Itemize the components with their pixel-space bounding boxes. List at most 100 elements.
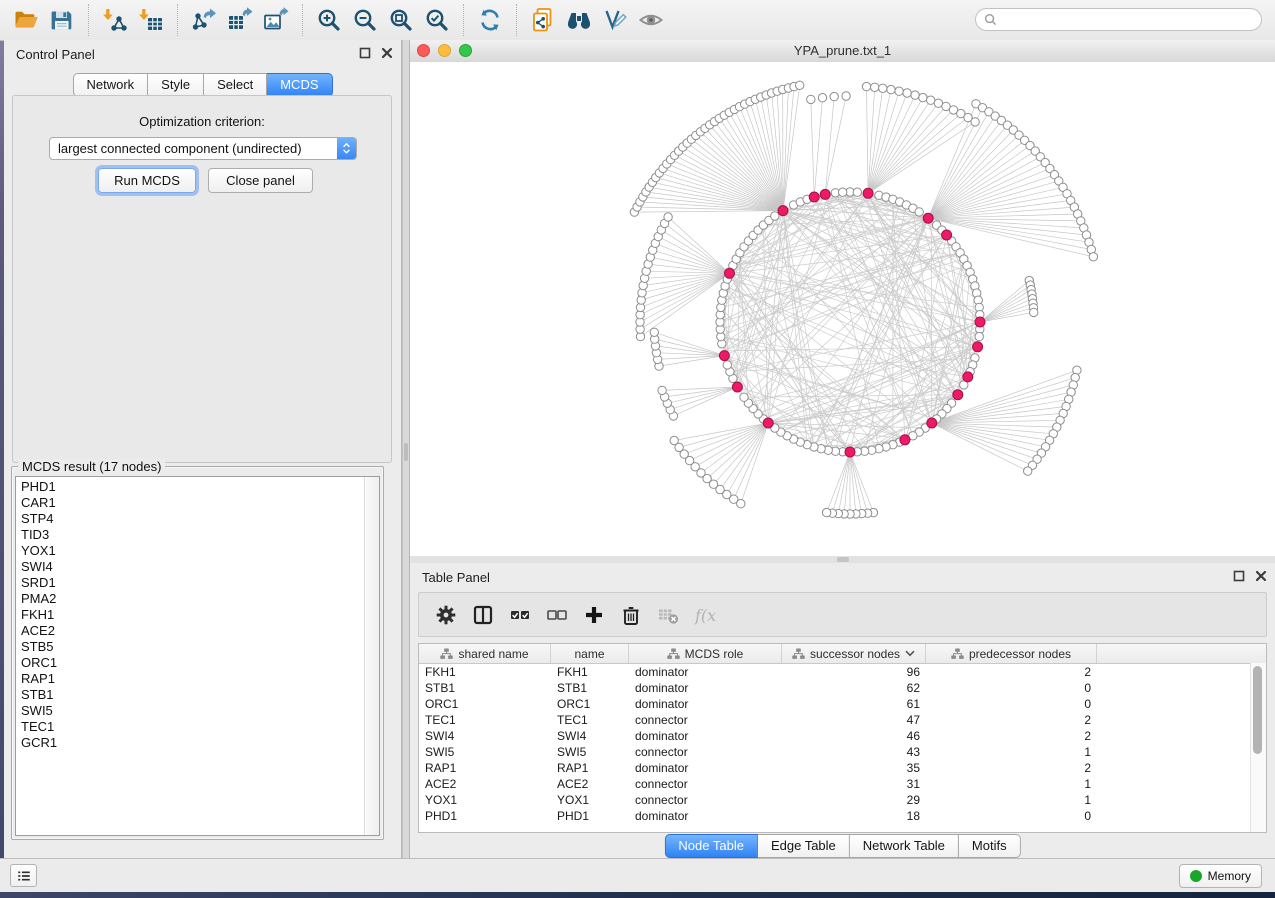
table-row[interactable]: PHD1PHD1dominator180	[419, 808, 1266, 824]
table-scrollbar[interactable]	[1250, 663, 1266, 832]
vertical-splitter[interactable]	[402, 40, 410, 858]
network-node[interactable]	[887, 85, 895, 93]
tab-network-table[interactable]: Network Table	[850, 834, 959, 858]
memory-button[interactable]: Memory	[1179, 864, 1262, 888]
table-cell-shared_name[interactable]: STB1	[419, 681, 551, 695]
mcds-hub-node[interactable]	[953, 390, 963, 400]
list-item[interactable]: FKH1	[21, 607, 379, 623]
binoculars-button[interactable]	[561, 4, 597, 36]
style-preview-button[interactable]	[597, 4, 633, 36]
table-cell-mcds_role[interactable]: connector	[629, 793, 782, 807]
network-node[interactable]	[971, 118, 979, 126]
table-row[interactable]: SWI4SWI4dominator462	[419, 728, 1266, 744]
table-cell-mcds_role[interactable]: connector	[629, 777, 782, 791]
network-canvas[interactable]	[410, 62, 1275, 556]
column-header-name[interactable]: name	[551, 644, 629, 663]
table-cell-shared_name[interactable]: YOX1	[419, 793, 551, 807]
table-row[interactable]: YOX1YOX1connector291	[419, 792, 1266, 808]
mcds-hub-node[interactable]	[820, 189, 830, 199]
network-node[interactable]	[664, 213, 672, 221]
table-scrollbar-thumb[interactable]	[1253, 666, 1262, 754]
table-cell-predecessor_nodes[interactable]: 1	[926, 777, 1097, 791]
network-node[interactable]	[740, 393, 748, 401]
table-cell-successor_nodes[interactable]: 61	[782, 697, 926, 711]
tab-edge-table[interactable]: Edge Table	[758, 834, 850, 858]
search-box[interactable]	[975, 8, 1262, 31]
network-node[interactable]	[842, 92, 850, 100]
table-cell-mcds_role[interactable]: dominator	[629, 681, 782, 695]
table-cell-successor_nodes[interactable]: 43	[782, 745, 926, 759]
mcds-hub-node[interactable]	[845, 447, 855, 457]
network-node[interactable]	[915, 208, 923, 216]
mcds-hub-node[interactable]	[763, 418, 773, 428]
table-cell-successor_nodes[interactable]: 35	[782, 761, 926, 775]
network-node[interactable]	[927, 96, 935, 104]
table-cell-successor_nodes[interactable]: 62	[782, 681, 926, 695]
select-all-button[interactable]	[505, 598, 535, 632]
table-cell-predecessor_nodes[interactable]: 2	[926, 713, 1097, 727]
mcds-hub-node[interactable]	[725, 268, 735, 278]
list-item[interactable]: PHD1	[21, 479, 379, 495]
add-button[interactable]	[579, 598, 609, 632]
list-item[interactable]: CAR1	[21, 495, 379, 511]
horizontal-splitter[interactable]	[410, 556, 1275, 563]
network-node[interactable]	[818, 94, 826, 102]
table-cell-predecessor_nodes[interactable]: 1	[926, 745, 1097, 759]
table-cell-successor_nodes[interactable]: 96	[782, 665, 926, 679]
zoom-fit-button[interactable]	[383, 4, 419, 36]
table-cell-name[interactable]: SWI4	[551, 729, 629, 743]
list-item[interactable]: PMA2	[21, 591, 379, 607]
list-item[interactable]: RAP1	[21, 671, 379, 687]
table-cell-predecessor_nodes[interactable]: 0	[926, 681, 1097, 695]
list-item[interactable]: ORC1	[21, 655, 379, 671]
open-button[interactable]	[8, 4, 44, 36]
table-cell-name[interactable]: ACE2	[551, 777, 629, 791]
table-cell-predecessor_nodes[interactable]: 0	[926, 809, 1097, 823]
network-window-titlebar[interactable]: YPA_prune.txt_1	[410, 40, 1275, 63]
table-cell-name[interactable]: YOX1	[551, 793, 629, 807]
public-database-button[interactable]	[525, 4, 561, 36]
table-cell-name[interactable]: FKH1	[551, 665, 629, 679]
table-row[interactable]: ORC1ORC1dominator610	[419, 696, 1266, 712]
import-network-button[interactable]	[97, 4, 133, 36]
close-table-panel-icon[interactable]	[1255, 570, 1267, 582]
zoom-selected-button[interactable]	[419, 4, 455, 36]
network-node[interactable]	[879, 84, 887, 92]
close-panel-icon[interactable]	[381, 47, 393, 59]
table-row[interactable]: FKH1FKH1dominator962	[419, 664, 1266, 680]
table-cell-shared_name[interactable]: PHD1	[419, 809, 551, 823]
table-row[interactable]: RAP1RAP1dominator352	[419, 760, 1266, 776]
network-node[interactable]	[839, 188, 847, 196]
network-node[interactable]	[895, 87, 903, 95]
mcds-hub-node[interactable]	[963, 372, 973, 382]
network-node[interactable]	[830, 92, 838, 100]
network-node[interactable]	[919, 93, 927, 101]
export-image-button[interactable]	[258, 4, 294, 36]
network-node[interactable]	[975, 332, 983, 340]
table-cell-mcds_role[interactable]: dominator	[629, 729, 782, 743]
table-cell-mcds_role[interactable]: dominator	[629, 697, 782, 711]
table-cell-successor_nodes[interactable]: 47	[782, 713, 926, 727]
list-item[interactable]: STB5	[21, 639, 379, 655]
columns-button[interactable]	[468, 598, 498, 632]
list-item[interactable]: SRD1	[21, 575, 379, 591]
table-cell-successor_nodes[interactable]: 46	[782, 729, 926, 743]
table-cell-shared_name[interactable]: SWI5	[419, 745, 551, 759]
table-cell-name[interactable]: ORC1	[551, 697, 629, 711]
show-hide-button[interactable]	[633, 4, 669, 36]
list-item[interactable]: TEC1	[21, 719, 379, 735]
table-cell-predecessor_nodes[interactable]: 0	[926, 697, 1097, 711]
close-panel-button[interactable]: Close panel	[208, 168, 313, 193]
status-menu-button[interactable]	[10, 864, 37, 887]
network-node[interactable]	[723, 361, 731, 369]
mcds-hub-node[interactable]	[973, 342, 983, 352]
float-table-panel-icon[interactable]	[1233, 570, 1245, 582]
float-panel-icon[interactable]	[359, 47, 371, 59]
table-cell-shared_name[interactable]: RAP1	[419, 761, 551, 775]
network-node[interactable]	[862, 82, 870, 90]
delete-button[interactable]	[616, 598, 646, 632]
node-table[interactable]: shared namenameMCDS rolesuccessor nodesp…	[418, 643, 1267, 833]
tab-node-table[interactable]: Node Table	[664, 834, 758, 858]
column-header-shared-name[interactable]: shared name	[419, 644, 551, 663]
column-header-predecessor-nodes[interactable]: predecessor nodes	[926, 644, 1097, 663]
